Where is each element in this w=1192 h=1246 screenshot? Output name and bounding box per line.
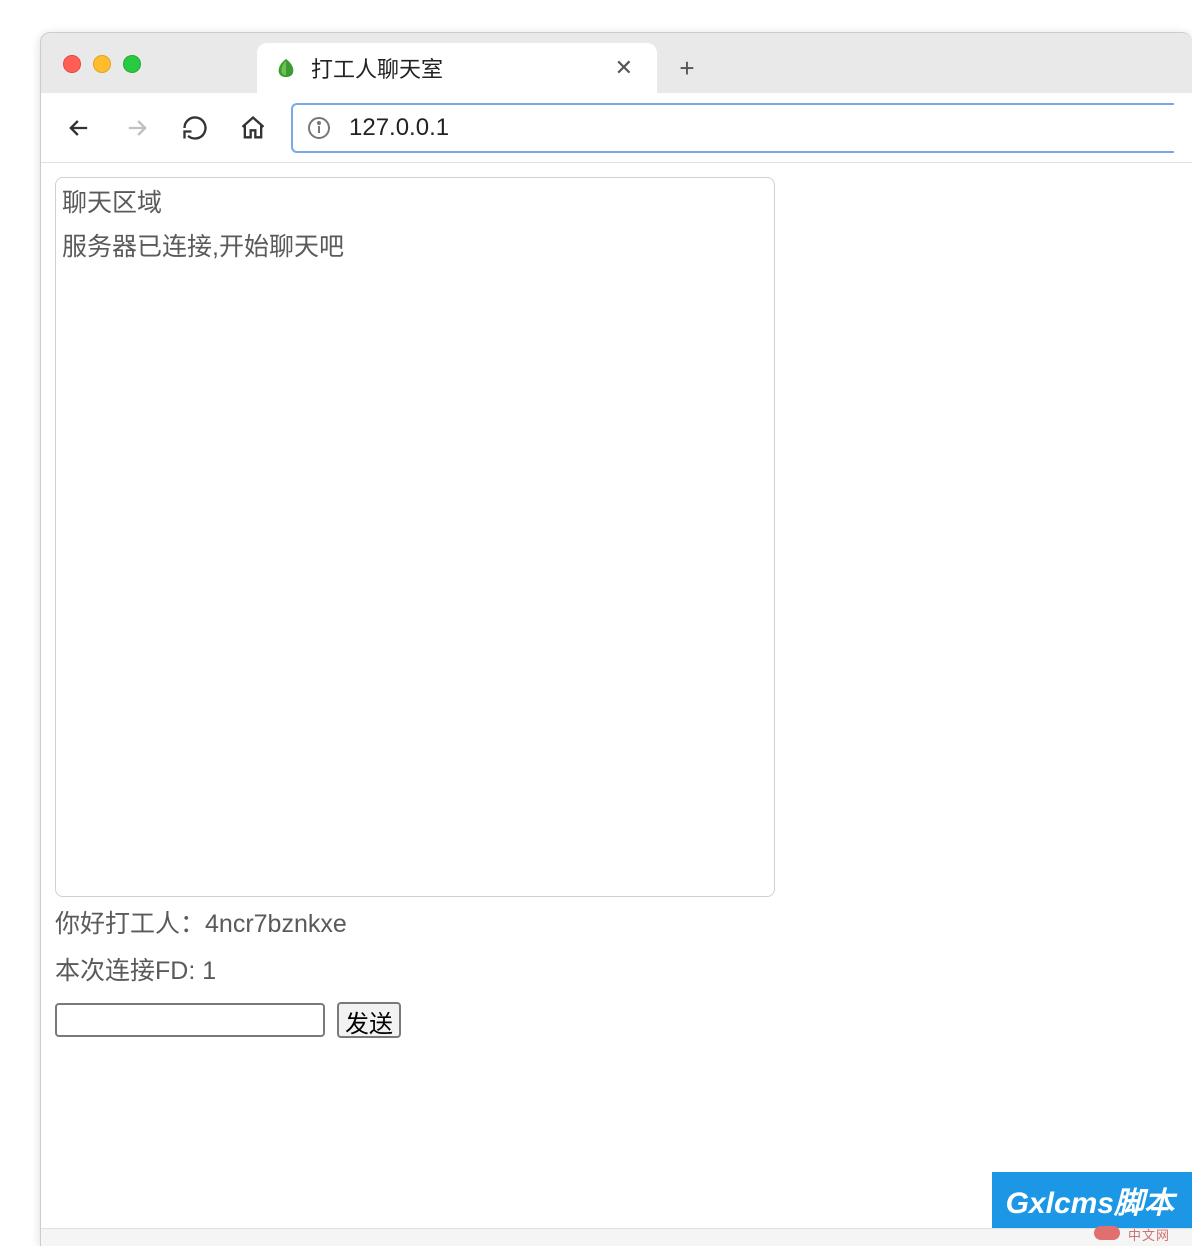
address-text: 127.0.0.1 [349, 114, 449, 142]
watermark-badge-icon [1094, 1226, 1120, 1240]
new-tab-button[interactable]: + [667, 48, 707, 88]
chat-message: 服务器已连接,开始聊天吧 [62, 226, 768, 270]
chat-header: 聊天区域 [62, 182, 768, 226]
message-input[interactable] [55, 1003, 325, 1037]
watermark: Gxlcms脚本 [992, 1172, 1192, 1228]
close-icon[interactable]: ✕ [609, 53, 639, 83]
tab-title: 打工人聊天室 [311, 52, 595, 84]
page-content: 聊天区域 服务器已连接,开始聊天吧 你好打工人：4ncr7bznkxe 本次连接… [41, 163, 1192, 1246]
forward-button[interactable] [117, 108, 157, 148]
fd-value: 1 [202, 957, 216, 985]
window-maximize-button[interactable] [123, 55, 141, 73]
info-icon[interactable] [307, 116, 331, 140]
browser-tab[interactable]: 打工人聊天室 ✕ [257, 43, 657, 93]
window-minimize-button[interactable] [93, 55, 111, 73]
browser-window: 打工人聊天室 ✕ + 127.0.0.1 聊天区域 服务器已连接,开始聊 [40, 32, 1192, 1246]
send-button[interactable]: 发送 [337, 1002, 401, 1038]
window-close-button[interactable] [63, 55, 81, 73]
back-button[interactable] [59, 108, 99, 148]
watermark-sub: 中文网 [1128, 1225, 1170, 1244]
greeting-label: 你好打工人： [55, 910, 205, 938]
fd-label: 本次连接FD: [55, 957, 202, 985]
home-button[interactable] [233, 108, 273, 148]
toolbar: 127.0.0.1 [41, 93, 1192, 163]
leaf-icon [275, 57, 297, 79]
fd-info: 本次连接FD: 1 [55, 950, 1178, 993]
address-bar[interactable]: 127.0.0.1 [291, 103, 1174, 153]
user-greeting: 你好打工人：4ncr7bznkxe [55, 903, 1178, 946]
input-row: 发送 [55, 1002, 1178, 1038]
chat-area: 聊天区域 服务器已连接,开始聊天吧 [55, 177, 775, 897]
titlebar: 打工人聊天室 ✕ + [41, 33, 1192, 93]
traffic-lights [63, 55, 141, 73]
status-bar [41, 1228, 1192, 1246]
username: 4ncr7bznkxe [205, 910, 347, 938]
tabs: 打工人聊天室 ✕ + [257, 33, 707, 93]
reload-button[interactable] [175, 108, 215, 148]
